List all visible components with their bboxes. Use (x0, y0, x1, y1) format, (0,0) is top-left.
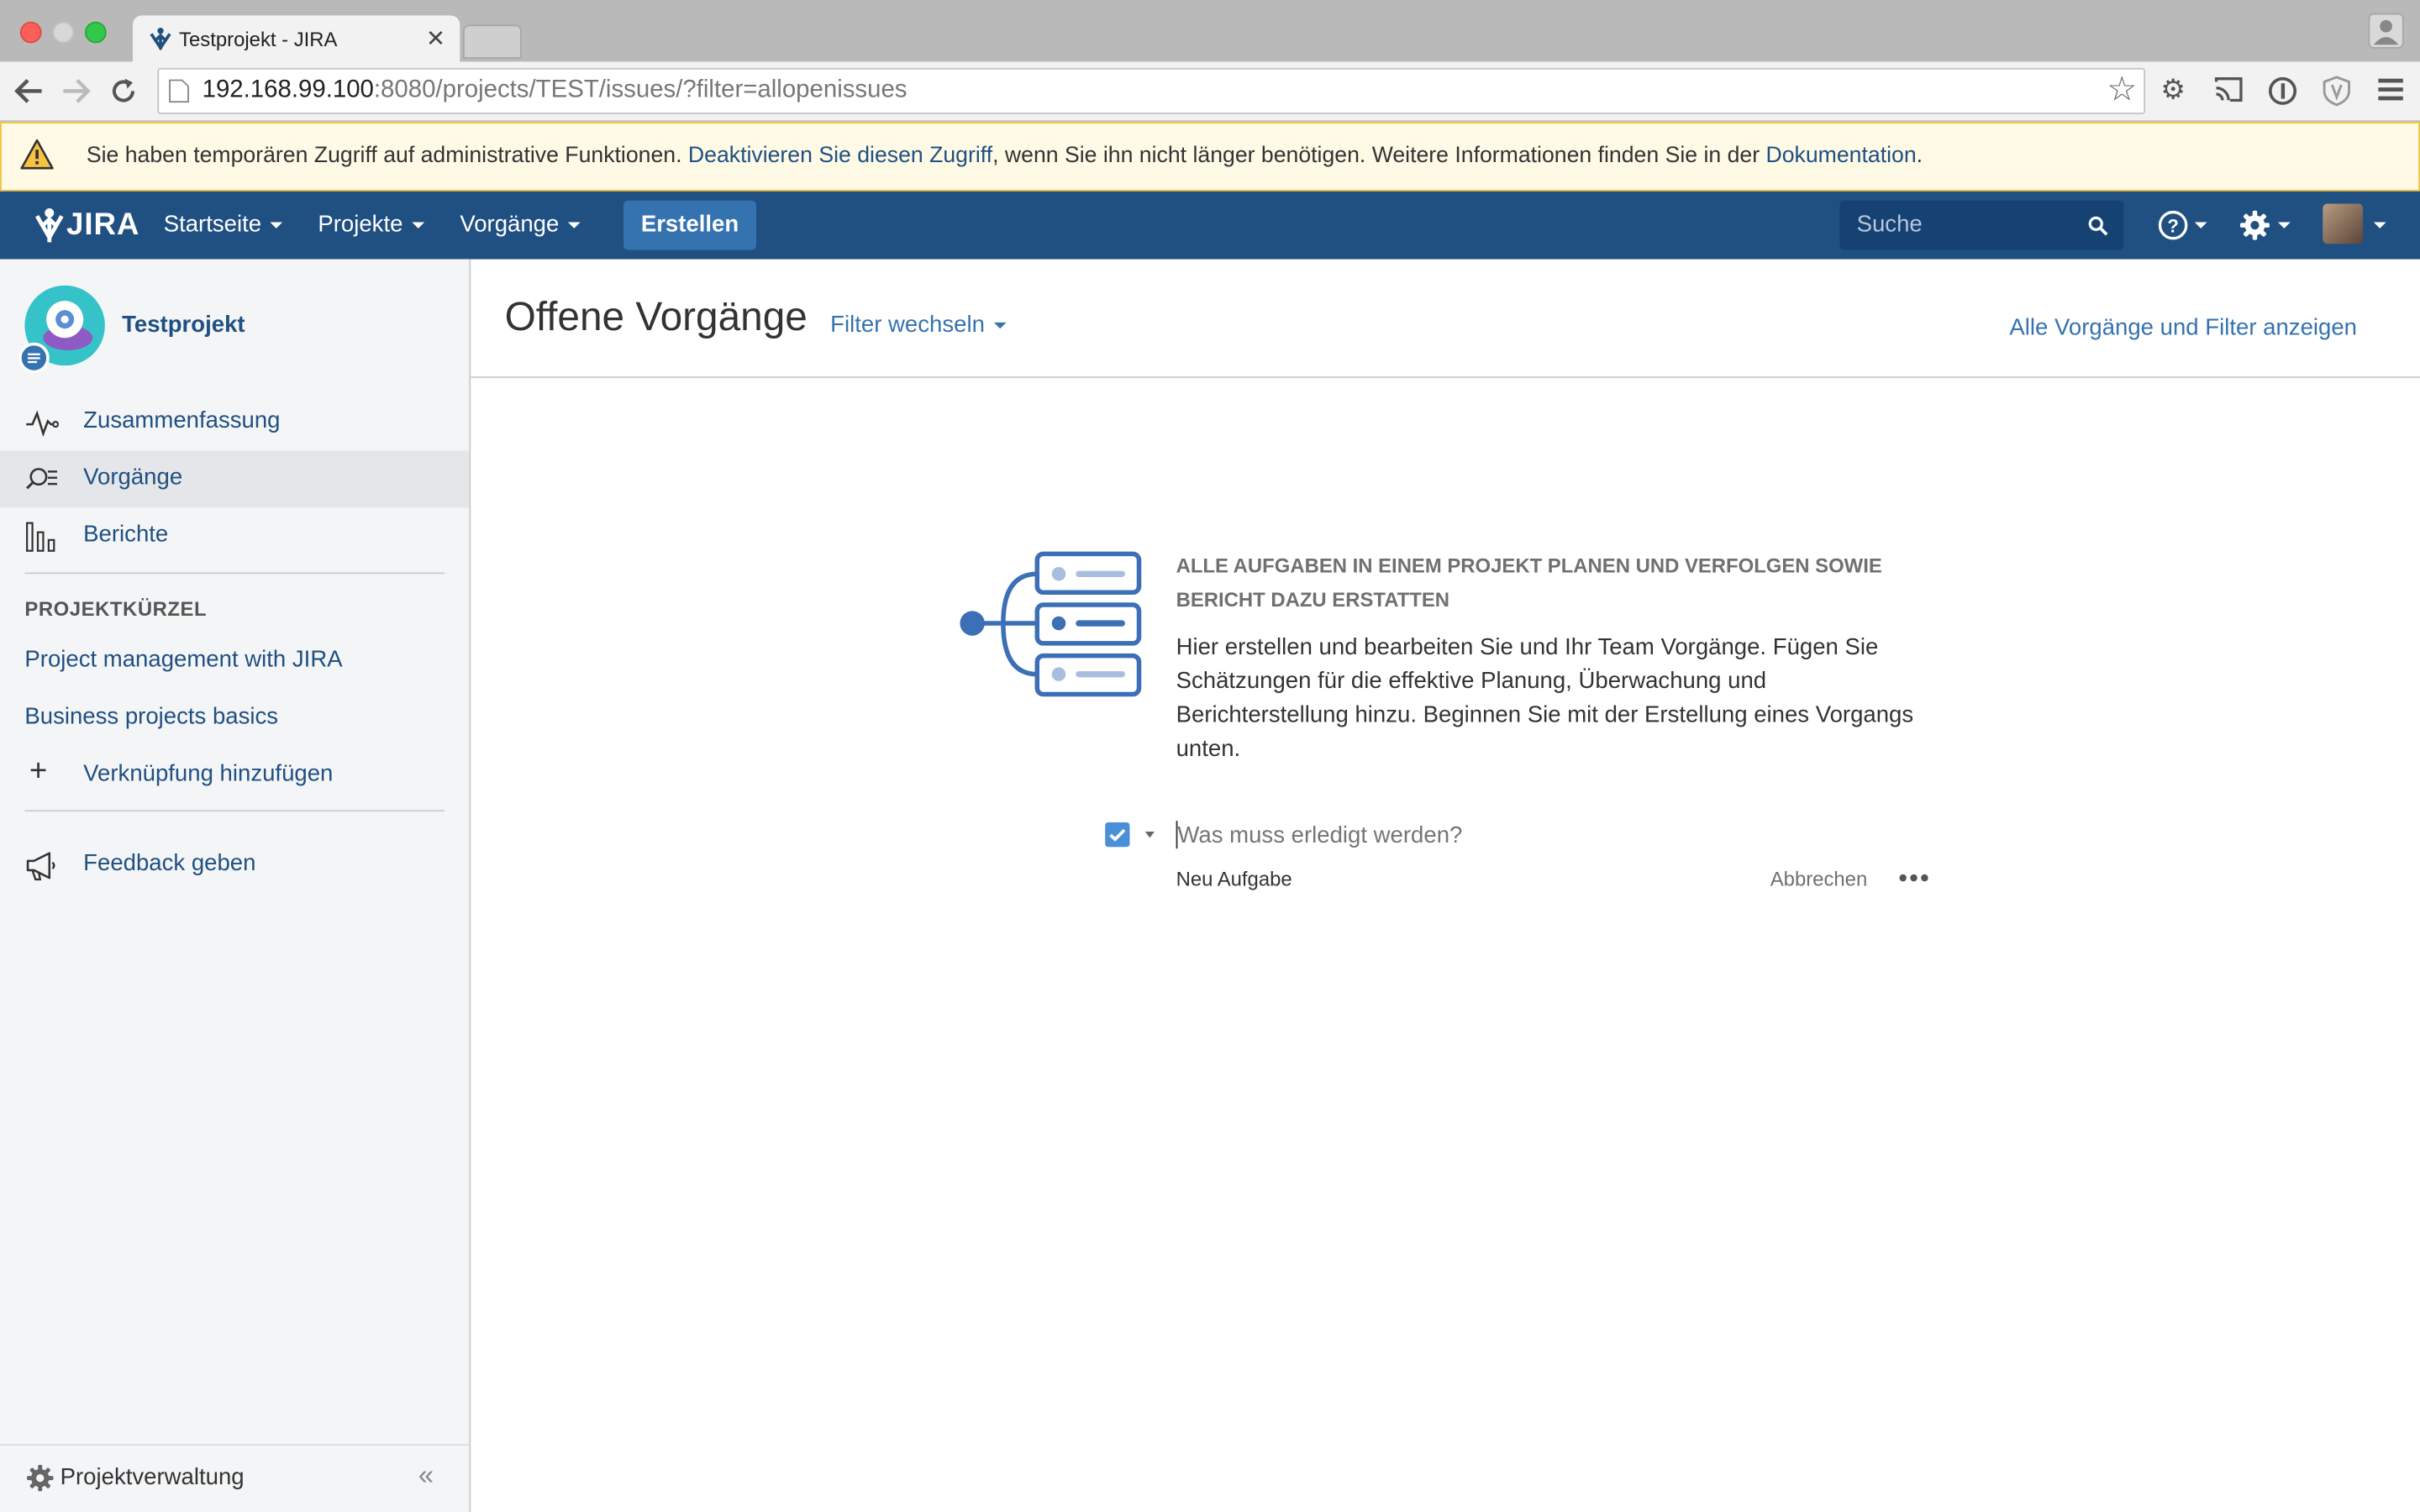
sidebar-item-label: Zusammenfassung (83, 407, 281, 434)
chevron-down-icon (271, 222, 283, 228)
extension-puzzle-icon[interactable]: ⚙ (2160, 74, 2186, 105)
chevron-down-icon (568, 222, 581, 228)
project-sidebar: Testprojekt Zusammenfassung Vorgänge Ber… (0, 259, 471, 1512)
sidebar-divider (24, 572, 445, 575)
admin-access-warning: Sie haben temporären Zugriff auf adminis… (0, 122, 2420, 192)
empty-state-body: Hier erstellen und bearbeiten Sie und Ih… (1176, 633, 1914, 763)
back-icon[interactable] (14, 77, 45, 105)
browser-toolbar: 192.168.99.100:8080/projects/TEST/issues… (0, 61, 2420, 123)
zoom-window-button[interactable] (85, 21, 107, 44)
shortcut-link[interactable]: Business projects basics (24, 704, 278, 730)
close-window-button[interactable] (19, 21, 42, 44)
megaphone-icon (26, 852, 55, 881)
chevron-down-icon (2278, 222, 2291, 228)
documentation-link[interactable]: Dokumentation (1766, 144, 1917, 168)
cast-icon[interactable] (2213, 76, 2244, 103)
project-settings-label: Projektverwaltung (60, 1464, 245, 1491)
new-tab-button[interactable] (463, 24, 522, 59)
nav-projekte[interactable]: Projekte (318, 212, 425, 238)
create-button[interactable]: Erstellen (623, 200, 756, 250)
browser-menu-icon[interactable] (2377, 77, 2405, 102)
more-options-icon[interactable] (1898, 872, 1929, 885)
plus-icon: + (29, 754, 48, 789)
sidebar-item-vorgaenge[interactable]: Vorgänge (0, 450, 470, 508)
warning-text: Sie haben temporären Zugriff auf adminis… (86, 143, 1923, 169)
bookmark-star-icon[interactable]: ☆ (2107, 70, 2137, 110)
issues-icon (26, 468, 57, 490)
reports-icon (26, 522, 55, 552)
avatar (2323, 203, 2364, 244)
project-settings-button[interactable]: Projektverwaltung (0, 1446, 402, 1512)
chevron-down-icon (1144, 832, 1155, 838)
project-avatar[interactable] (18, 285, 105, 374)
help-icon: ? (2158, 210, 2188, 240)
shield-extension-icon[interactable] (2321, 76, 2352, 107)
jira-favicon-icon (150, 28, 171, 51)
search-icon (2088, 216, 2108, 236)
feedback-button[interactable]: Feedback geben (0, 837, 469, 894)
browser-tab[interactable]: Testprojekt - JIRA ✕ (132, 15, 460, 62)
nav-vorgaenge[interactable]: Vorgänge (460, 212, 581, 238)
cancel-button[interactable]: Abbrechen (1770, 867, 1868, 890)
task-checkbox-icon (1105, 822, 1130, 848)
warning-icon (20, 139, 54, 170)
gear-icon (27, 1464, 54, 1492)
page-header-divider (471, 376, 2420, 378)
nav-startseite[interactable]: Startseite (164, 212, 283, 238)
chevron-down-icon (2373, 222, 2386, 228)
empty-state-text: ALLE AUFGABEN IN EINEM PROJEKT PLANEN UN… (1176, 549, 1948, 767)
activity-icon (26, 410, 59, 438)
address-bar[interactable]: 192.168.99.100:8080/projects/TEST/issues… (157, 67, 2146, 114)
sidebar-item-berichte[interactable]: Berichte (0, 507, 469, 564)
project-name[interactable]: Testprojekt (122, 312, 245, 338)
search-input[interactable]: Suche (1839, 200, 2124, 250)
shortcuts-heading: PROJEKTKÜRZEL (24, 596, 208, 621)
url-text[interactable]: 192.168.99.100:8080/projects/TEST/issues… (203, 77, 908, 105)
inline-create-input[interactable] (1177, 817, 1888, 852)
page-title: Offene Vorgänge (504, 292, 808, 340)
reload-icon[interactable] (109, 77, 137, 105)
deactivate-access-link[interactable]: Deaktivieren Sie diesen Zugriff (688, 144, 992, 168)
jira-logo-icon (35, 207, 64, 243)
feedback-label: Feedback geben (83, 850, 256, 877)
software-project-badge-icon (18, 342, 50, 374)
tab-title: Testprojekt - JIRA (179, 28, 338, 51)
svg-text:?: ? (2167, 215, 2178, 236)
profile-icon[interactable] (2368, 13, 2405, 50)
issue-type-label: Neu Aufgabe (1176, 867, 1292, 890)
forward-icon[interactable] (60, 77, 92, 105)
issue-type-selector[interactable] (1102, 819, 1163, 850)
chevron-down-icon (993, 322, 1007, 329)
gear-icon (2240, 210, 2270, 240)
sidebar-item-zusammenfassung[interactable]: Zusammenfassung (0, 393, 469, 450)
minimize-window-button[interactable] (52, 21, 75, 44)
browser-tab-strip: Testprojekt - JIRA ✕ (0, 0, 2420, 62)
sidebar-item-label: Berichte (83, 521, 169, 549)
add-shortcut-label: Verknüpfung hinzufügen (83, 760, 334, 787)
password-manager-icon[interactable] (2267, 76, 2298, 107)
sidebar-item-label: Vorgänge (83, 464, 183, 491)
page-icon (169, 79, 189, 103)
empty-state-heading: ALLE AUFGABEN IN EINEM PROJEKT PLANEN UN… (1176, 554, 1882, 612)
add-shortcut-button[interactable]: + Verknüpfung hinzufügen (0, 747, 469, 804)
jira-header: JIRA Startseite Projekte Vorgänge Erstel… (0, 191, 2420, 260)
search-placeholder: Suche (1856, 211, 1923, 238)
close-tab-icon[interactable]: ✕ (426, 24, 445, 52)
jira-logo-text: JIRA (66, 207, 140, 243)
sidebar-divider (24, 810, 445, 812)
collapse-sidebar-icon[interactable]: « (418, 1460, 434, 1493)
chevron-down-icon (2194, 222, 2207, 228)
chevron-down-icon (412, 222, 425, 228)
shortcut-link[interactable]: Project management with JIRA (24, 647, 342, 673)
all-issues-filters-link[interactable]: Alle Vorgänge und Filter anzeigen (2009, 315, 2357, 341)
filter-switch-dropdown[interactable]: Filter wechseln (830, 312, 1007, 338)
issues-empty-state-icon (960, 551, 1142, 697)
